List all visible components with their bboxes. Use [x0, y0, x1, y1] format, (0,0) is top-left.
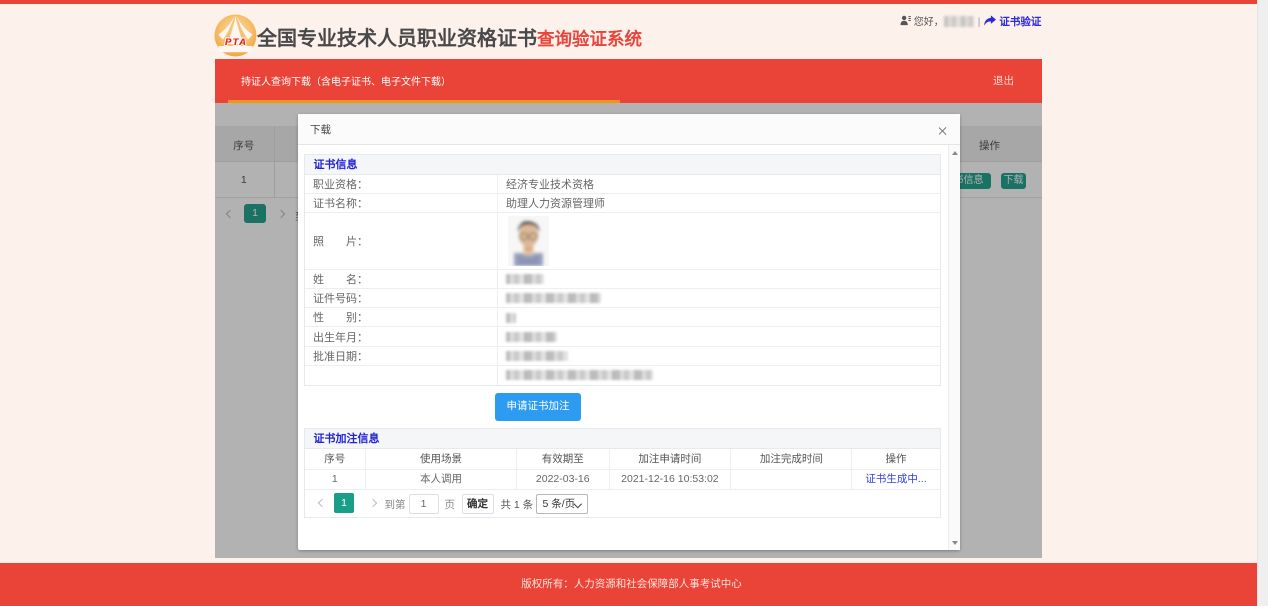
svg-text:PTA: PTA — [225, 37, 246, 48]
